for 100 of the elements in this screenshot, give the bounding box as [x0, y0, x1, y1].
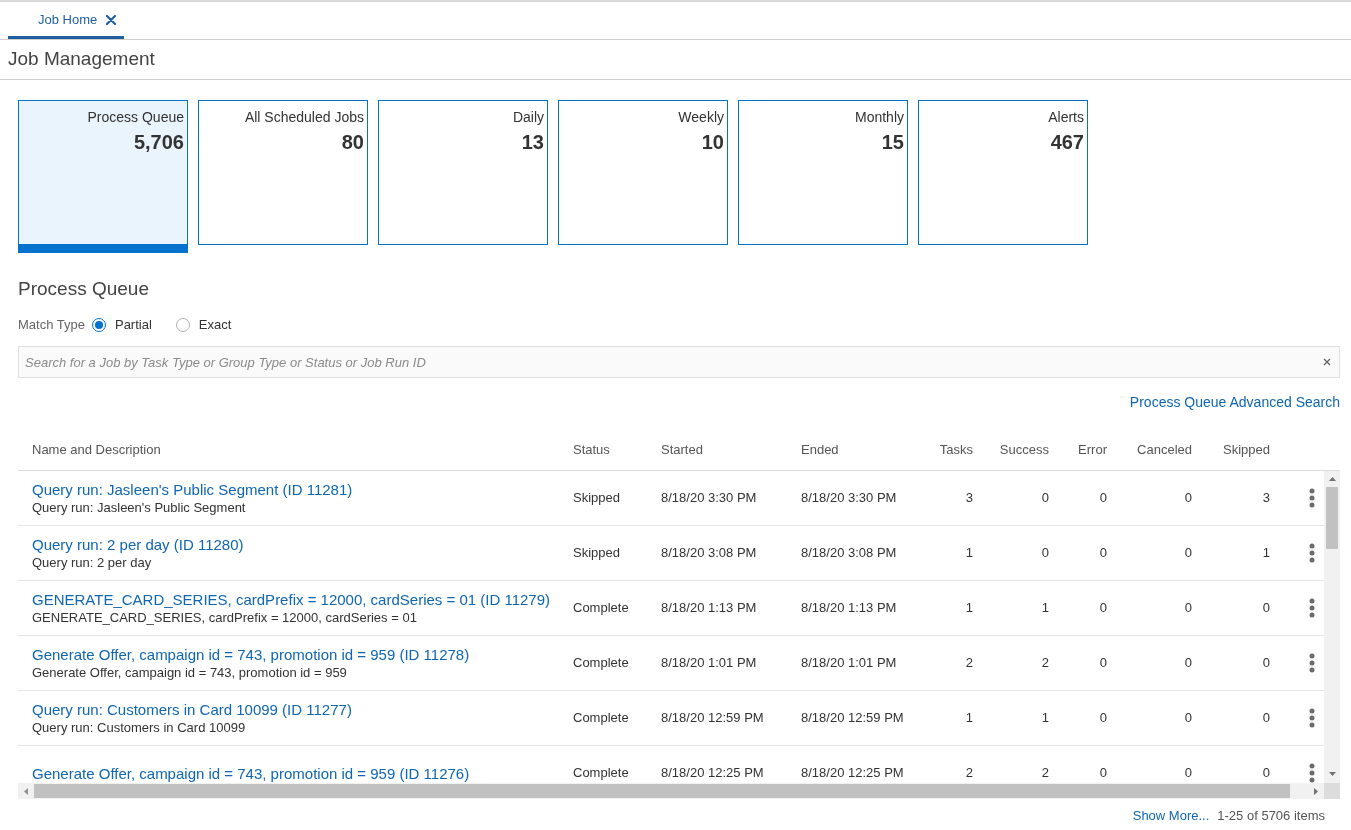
table-cell-text: 3	[964, 489, 974, 508]
scrollbar-thumb[interactable]	[1326, 487, 1338, 549]
table-cell-text: 8/18/20 3:08 PM	[800, 544, 898, 563]
horizontal-scrollbar[interactable]	[18, 783, 1324, 799]
more-icon[interactable]	[1309, 763, 1315, 783]
column-header[interactable]: Skipped	[1206, 440, 1284, 460]
column-header[interactable]: Tasks	[927, 440, 987, 460]
scrollbar-thumb[interactable]	[34, 784, 1290, 798]
summary-tile[interactable]: Monthly 15	[738, 100, 908, 245]
job-description: Query run: Customers in Card 10099	[32, 719, 246, 736]
table-cell-text: 0	[1040, 489, 1050, 508]
more-icon[interactable]	[1309, 708, 1315, 728]
job-name-link[interactable]: Query run: Customers in Card 10099 (ID 11277)	[32, 700, 352, 719]
table-cell-text: Skipped	[572, 544, 621, 563]
down-arrow-icon[interactable]	[1328, 772, 1336, 776]
summary-tile[interactable]: Alerts 467	[918, 100, 1088, 245]
column-header[interactable]: Status	[559, 440, 647, 460]
table-cell-text: 8/18/20 12:59 PM	[660, 709, 765, 728]
table-cell-text: 0	[1183, 599, 1193, 618]
table-cell-text: 8/18/20 1:01 PM	[800, 654, 898, 673]
summary-tile[interactable]: Process Queue 5,706	[18, 100, 188, 253]
job-name-link[interactable]: Query run: Jasleen's Public Segment (ID 11281)	[32, 480, 353, 499]
column-header[interactable]: Started	[647, 440, 787, 460]
table-cell-text: 3	[1261, 489, 1271, 508]
more-icon[interactable]	[1309, 543, 1315, 563]
column-header[interactable]: Error	[1063, 440, 1121, 460]
tile-label: Monthly	[854, 108, 904, 127]
tile-count: 467	[1050, 130, 1084, 155]
tile-count: 10	[701, 130, 724, 155]
table-cell-text: 1	[1040, 709, 1050, 728]
job-name-link[interactable]: Query run: 2 per day (ID 11280)	[32, 535, 244, 554]
up-arrow-icon[interactable]	[1328, 477, 1336, 481]
table-cell-text: 0	[1098, 654, 1108, 673]
table-cell-text: 0	[1098, 709, 1108, 728]
vertical-scrollbar[interactable]	[1324, 471, 1340, 783]
more-icon[interactable]	[1309, 653, 1315, 673]
job-description: Query run: 2 per day	[32, 554, 152, 571]
summary-tile[interactable]: All Scheduled Jobs 80	[198, 100, 368, 245]
table-cell-text: 0	[1261, 709, 1271, 728]
left-arrow-icon[interactable]	[24, 787, 28, 795]
tile-label: All Scheduled Jobs	[244, 108, 364, 127]
tile-count: 15	[881, 130, 904, 155]
job-description: GENERATE_CARD_SERIES, cardPrefix = 12000, cardSeries = 01	[32, 609, 417, 626]
table-cell-text: 0	[1098, 544, 1108, 563]
radio-button[interactable]	[175, 318, 190, 332]
radio-label[interactable]: Exact	[198, 315, 232, 335]
tab[interactable]: Job Home	[8, 3, 125, 39]
match-type-label: Match Type	[18, 316, 85, 335]
job-name-link[interactable]: Generate Offer, campaign id = 743, promotion id = 959 (ID 11276)	[32, 763, 470, 783]
advanced-search-link[interactable]: Process Queue Advanced Search	[1129, 392, 1340, 412]
more-icon[interactable]	[1309, 598, 1315, 618]
table-cell-text: 0	[1183, 489, 1193, 508]
table-cell-text: 1	[964, 599, 974, 618]
table-cell-text: 0	[1183, 709, 1193, 728]
close-icon[interactable]	[106, 14, 117, 25]
column-header[interactable]: Ended	[787, 440, 927, 460]
page-title: Job Management	[8, 47, 155, 72]
table-cell-text: 2	[1040, 654, 1050, 673]
table-cell-text: 8/18/20 12:25 PM	[660, 764, 765, 783]
table-cell-text: 8/18/20 1:13 PM	[660, 599, 758, 618]
tile-count: 5,706	[133, 130, 184, 155]
table-cell-text: 1	[1261, 544, 1271, 563]
table-cell-text: 8/18/20 1:01 PM	[660, 654, 758, 673]
table-cell-text: Skipped	[572, 489, 621, 508]
job-name-link[interactable]: GENERATE_CARD_SERIES, cardPrefix = 12000, cardSeries = 01 (ID 11279)	[32, 590, 550, 609]
table-cell-text: 0	[1183, 764, 1193, 783]
tile-count: 13	[521, 130, 544, 155]
column-header[interactable]: Name and Description	[18, 440, 559, 460]
table-cell-text: 2	[964, 654, 974, 673]
scrollbar-corner	[1324, 783, 1340, 799]
table-cell-text: 8/18/20 12:25 PM	[800, 764, 905, 783]
table-cell-text: 0	[1183, 544, 1193, 563]
close-icon[interactable]	[1323, 358, 1331, 366]
table-cell-text: 0	[1183, 654, 1193, 673]
column-header[interactable]: Canceled	[1121, 440, 1206, 460]
more-icon[interactable]	[1309, 488, 1315, 508]
right-arrow-icon[interactable]	[1314, 787, 1318, 795]
table-cell-text: 0	[1098, 764, 1108, 783]
table-cell-text: 8/18/20 3:30 PM	[660, 489, 758, 508]
item-count: 1-25 of 5706 items	[1217, 808, 1325, 824]
show-more-link[interactable]: Show More...	[1132, 808, 1210, 824]
summary-tile[interactable]: Daily 13	[378, 100, 548, 245]
job-name-link[interactable]: Generate Offer, campaign id = 743, promotion id = 959 (ID 11278)	[32, 645, 470, 664]
table-cell-text: 0	[1261, 599, 1271, 618]
job-description: Generate Offer, campaign id = 743, promotion id = 959	[32, 664, 347, 681]
table-cell-text: 0	[1040, 544, 1050, 563]
search-field[interactable]: Search for a Job by Task Type or Group Type or Status or Job Run ID	[18, 346, 1340, 378]
table-cell-text: 1	[964, 544, 974, 563]
radio-label[interactable]: Partial	[114, 315, 152, 335]
table-cell-text: 0	[1098, 489, 1108, 508]
table-cell-text: 1	[1040, 599, 1050, 618]
tile-label: Daily	[512, 108, 544, 127]
tile-label: Weekly	[678, 108, 724, 127]
job-description: Query run: Jasleen's Public Segment	[32, 499, 246, 516]
column-header[interactable]: Success	[987, 440, 1063, 460]
table-cell-text: 8/18/20 12:59 PM	[800, 709, 905, 728]
radio-button[interactable]	[91, 318, 106, 332]
summary-tile[interactable]: Weekly 10	[558, 100, 728, 245]
table-cell-text: 2	[1040, 764, 1050, 783]
section-title: Process Queue	[18, 277, 149, 301]
